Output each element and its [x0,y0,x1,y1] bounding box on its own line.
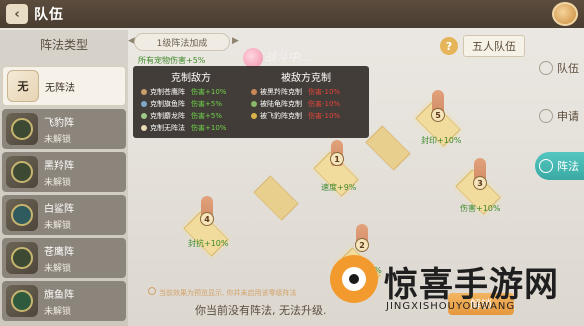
formation-dot-icon [141,89,147,95]
tab-formation[interactable]: 阵法 [535,152,584,180]
watermark-en-text: JINGXISHOUYOUWANG [386,301,516,312]
eagle-formation-icon [6,242,38,274]
leopard-formation-icon [6,113,38,145]
counter-row: 克制旗鱼阵 伤害+5% [141,99,222,109]
formation-dot-icon [251,113,257,119]
apply-icon [539,109,553,123]
formation-dot-icon [141,125,147,131]
formation-dot-icon [141,101,147,107]
formation-dot-icon [251,89,257,95]
shark-formation-icon [6,199,38,231]
formation-item-swordfish[interactable]: 旗鱼阵 未解锁 [2,281,126,321]
info-icon [148,287,156,295]
next-level-arrow-icon[interactable]: ▶ [232,36,239,46]
formation-name: 飞豹阵 [44,117,74,129]
pet-bonus-text: 所有宠物伤害+5% [138,56,206,65]
counter-enemy-title: 克制敌方 [171,73,211,84]
countered-by-title: 被敌方克制 [281,73,331,84]
formation-name: 旗鱼阵 [44,289,74,301]
position-effect: 伤害+10% [460,204,501,213]
position-badge: 5 [431,108,445,122]
formation-status: 未解锁 [44,177,72,188]
antelope-formation-icon [6,156,38,188]
board-tile [365,125,411,171]
formation-status: 未解锁 [44,263,72,274]
formation-type-header: 阵法类型 [39,37,88,52]
battle-egg-icon [243,48,263,68]
preview-hint: 当前效果为预览显示, 你并未启用该零级阵法 [148,287,296,298]
formation-name: 无阵法 [45,82,75,94]
formation-status: 未解锁 [44,306,72,317]
counter-row: 克制苍鹰阵 伤害+10% [141,87,226,97]
swordfish-formation-icon [6,285,38,317]
counter-row: 克制麝龙阵 伤害+5% [141,111,222,121]
position-badge: 2 [355,238,369,252]
watermark-cn-text: 惊喜手游网 [384,265,559,305]
back-button[interactable]: ‹ [6,4,28,24]
battle-status: 战斗中... [264,50,312,64]
none-formation-icon: 无 [7,70,39,102]
position-effect: 速度+9% [321,183,357,192]
counter-info-popup: 克制敌方 被敌方克制 克制苍鹰阵 伤害+10% 克制旗鱼阵 伤害+5% 克制麝龙阵伤… [133,66,369,138]
level-bonus-tab[interactable]: 1级阵法加成 [134,33,230,51]
formation-name: 黑羚阵 [44,160,74,172]
no-formation-message: 你当前没有阵法, 无法升级. [195,304,327,317]
board-tile [253,175,299,221]
help-icon[interactable]: ? [440,37,458,55]
formation-item-shark[interactable]: 白鲨阵 未解锁 [2,195,126,235]
watermark: 惊喜手游网 JINGXISHOUYOUWANG [330,255,584,326]
countered-row: 被飞豹阵克制 伤害-10% [251,111,340,121]
formation-item-leopard[interactable]: 飞豹阵 未解锁 [2,109,126,149]
tab-team[interactable]: 队伍 [535,54,584,82]
team-icon [539,61,553,75]
position-effect: 封印+10% [421,136,462,145]
formation-dot-icon [141,113,147,119]
five-person-team-button[interactable]: 五人队伍 [463,35,525,57]
tab-apply[interactable]: 申请 [535,102,584,130]
watermark-logo-icon [330,255,378,303]
position-badge: 3 [473,176,487,190]
formation-dot-icon [251,101,257,107]
formation-name: 白鲨阵 [44,203,74,215]
formation-item-none[interactable]: 无 无阵法 [2,66,126,106]
position-effect: 封抗+10% [188,239,229,248]
page-title: 队伍 [34,7,64,23]
back-arrow-icon: ‹ [14,6,20,22]
formation-name: 苍鹰阵 [44,246,74,258]
position-badge: 1 [330,152,344,166]
formation-status: 未解锁 [44,220,72,231]
formation-item-eagle[interactable]: 苍鹰阵 未解锁 [2,238,126,278]
close-ornament-icon[interactable] [552,2,578,26]
countered-row: 被陆龟阵克制 伤害-10% [251,99,340,109]
formation-item-antelope[interactable]: 黑羚阵 未解锁 [2,152,126,192]
top-bar: ‹ 队伍 [0,0,584,28]
formation-icon [539,159,553,173]
formation-status: 未解锁 [44,134,72,145]
position-badge: 4 [200,212,214,226]
countered-row: 被黑羚阵克制 伤害-10% [251,87,340,97]
counter-row: 克制无阵法 伤害+10% [141,123,226,133]
